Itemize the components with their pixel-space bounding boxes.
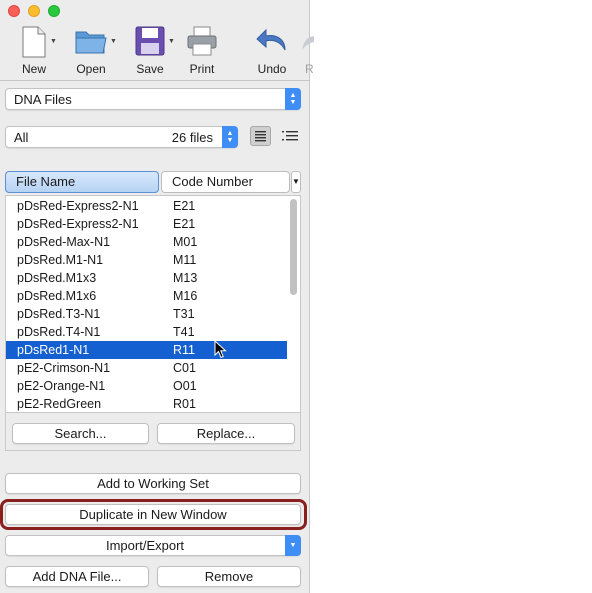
code-number-cell: T41 — [173, 325, 195, 339]
file-list[interactable]: pDsRed-Express2-N1 E21 pDsRed-Express2-N1 E… — [5, 195, 301, 413]
bullet-list-icon — [282, 131, 298, 141]
code-number-cell: O01 — [173, 379, 197, 393]
open-label: Open — [76, 62, 106, 76]
import-export-popup[interactable]: Import/Export ▼ — [5, 535, 301, 556]
save-button[interactable]: ▼ Save — [128, 26, 175, 78]
redo-arrow-icon — [302, 36, 314, 50]
replace-button[interactable]: Replace... — [157, 423, 295, 444]
save-dropdown-icon[interactable]: ▼ — [168, 38, 175, 45]
open-dropdown-icon[interactable]: ▼ — [110, 38, 117, 45]
filter-value: All — [14, 130, 29, 145]
chevron-down-icon: ▼ — [285, 535, 301, 556]
file-name-cell: pE2-Crimson-N1 — [17, 361, 111, 375]
table-row[interactable]: pE2-RedGreen R01 — [6, 395, 287, 412]
list-view-button[interactable] — [250, 126, 271, 146]
code-number-cell: R11 — [173, 343, 196, 357]
code-number-cell: R01 — [173, 397, 196, 411]
table-row[interactable]: pDsRed-Max-N1 M01 — [6, 233, 287, 251]
code-number-cell: M13 — [173, 271, 198, 285]
file-count: 26 files — [171, 130, 213, 145]
vertical-scrollbar[interactable] — [290, 199, 297, 295]
list-lines-icon — [255, 131, 266, 142]
code-number-cell: T31 — [173, 307, 195, 321]
collection-value: DNA Files — [14, 92, 72, 107]
column-header-file-name[interactable]: File Name — [5, 171, 159, 193]
table-row[interactable]: pDsRed-Express2-N1 E21 — [6, 215, 287, 233]
sidebar-panel: ▼ New ▼ Open ▼ Save Print Undo R DNA Fil… — [0, 0, 314, 593]
code-number-cell: E21 — [173, 217, 196, 231]
table-row[interactable]: pDsRed.T3-N1 T31 — [6, 305, 287, 323]
filter-popup[interactable]: All 26 files ▲ ▼ — [5, 126, 238, 148]
table-row[interactable]: pDsRed.M1-N1 M11 — [6, 251, 287, 269]
file-name-cell: pE2-Orange-N1 — [17, 379, 106, 393]
column-header-label: Code Number — [172, 174, 253, 189]
close-window-button[interactable] — [8, 5, 20, 17]
table-row[interactable]: pDsRed.M1x6 M16 — [6, 287, 287, 305]
open-button[interactable]: ▼ Open — [68, 26, 117, 78]
redo-label: R — [305, 62, 314, 76]
file-name-cell: pDsRed.M1x3 — [17, 271, 97, 285]
table-row[interactable]: pE2-Crimson-N1 C01 — [6, 359, 287, 377]
add-to-working-set-button[interactable]: Add to Working Set — [5, 473, 301, 494]
chevron-updown-icon: ▲ ▼ — [222, 126, 238, 148]
minimize-window-button[interactable] — [28, 5, 40, 17]
zoom-window-button[interactable] — [48, 5, 60, 17]
file-name-cell: pDsRed.M1-N1 — [17, 253, 104, 267]
toolbar-divider — [0, 80, 310, 81]
table-row[interactable]: pDsRed1-N1 R11 — [6, 341, 287, 359]
redo-button[interactable]: R — [300, 26, 314, 78]
file-name-cell: pDsRed-Express2-N1 — [17, 217, 139, 231]
code-number-cell: M11 — [173, 253, 197, 267]
print-label: Print — [189, 62, 215, 76]
table-row[interactable]: pE2-Orange-N1 O01 — [6, 377, 287, 395]
remove-button[interactable]: Remove — [157, 566, 301, 587]
highlight-frame — [0, 499, 307, 530]
file-name-cell: pDsRed.T3-N1 — [17, 307, 101, 321]
list-footer: Search... Replace... — [5, 413, 301, 451]
save-label: Save — [136, 62, 164, 76]
code-number-cell: E21 — [173, 199, 196, 213]
column-menu-chevron-icon[interactable]: ▼ — [291, 171, 301, 193]
undo-label: Undo — [257, 62, 287, 76]
code-number-cell: C01 — [173, 361, 196, 375]
printer-icon — [187, 26, 217, 56]
column-header-code-number[interactable]: Code Number — [161, 171, 290, 193]
new-document-icon — [22, 26, 46, 58]
undo-button[interactable]: Undo — [252, 26, 292, 78]
save-disk-icon — [135, 26, 165, 56]
new-dropdown-icon[interactable]: ▼ — [50, 38, 57, 45]
file-name-cell: pE2-RedGreen — [17, 397, 102, 411]
new-label: New — [21, 62, 46, 76]
import-export-label: Import/Export — [105, 538, 185, 553]
file-name-cell: pDsRed.M1x6 — [17, 289, 97, 303]
code-number-cell: M01 — [173, 235, 198, 249]
outline-view-button[interactable] — [279, 126, 300, 146]
folder-icon — [75, 31, 107, 54]
table-row[interactable]: pDsRed-Express2-N1 E21 — [6, 197, 287, 215]
file-name-cell: pDsRed1-N1 — [17, 343, 90, 357]
table-row[interactable]: pDsRed.T4-N1 T41 — [6, 323, 287, 341]
column-header-label: File Name — [16, 174, 76, 189]
collection-popup[interactable]: DNA Files ▲ ▼ — [5, 88, 301, 110]
search-button[interactable]: Search... — [12, 423, 149, 444]
file-name-cell: pDsRed-Max-N1 — [17, 235, 111, 249]
file-name-cell: pDsRed.T4-N1 — [17, 325, 101, 339]
new-button[interactable]: ▼ New — [12, 26, 57, 78]
undo-arrow-icon — [256, 28, 286, 51]
file-name-cell: pDsRed-Express2-N1 — [17, 199, 139, 213]
table-row[interactable]: pDsRed.M1x3 M13 — [6, 269, 287, 287]
chevron-updown-icon: ▲ ▼ — [285, 88, 301, 110]
code-number-cell: M16 — [173, 289, 198, 303]
mouse-cursor-icon — [214, 340, 227, 359]
print-button[interactable]: Print — [182, 26, 222, 78]
add-dna-file-button[interactable]: Add DNA File... — [5, 566, 149, 587]
